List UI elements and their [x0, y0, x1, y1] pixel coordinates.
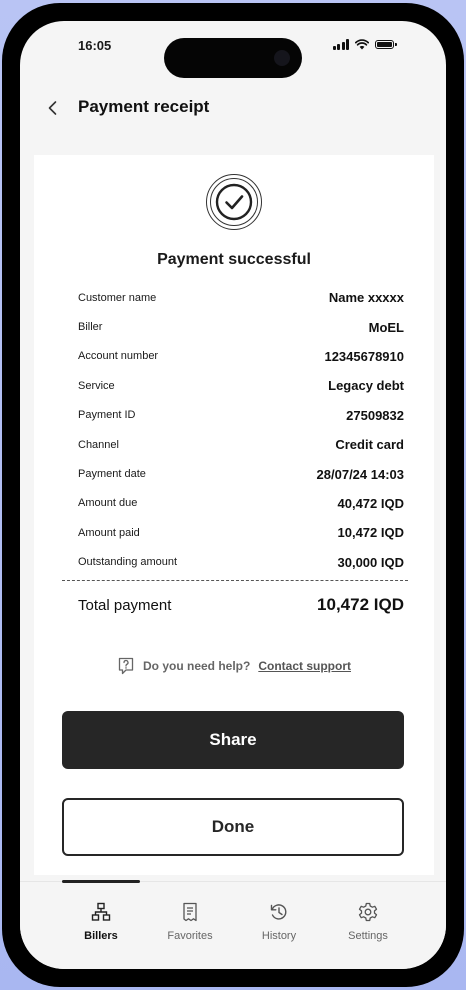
receipt-details: Customer name Name xxxxx Biller MoEL Accou…: [78, 283, 404, 577]
share-button[interactable]: Share: [62, 711, 404, 769]
tab-active-indicator: [62, 880, 140, 883]
dashed-divider: [62, 580, 408, 581]
detail-label: Payment date: [78, 468, 146, 481]
detail-label: Amount paid: [78, 526, 140, 539]
detail-row: Amount paid 10,472 IQD: [78, 518, 404, 547]
detail-row: Biller MoEL: [78, 312, 404, 341]
detail-row: Payment date 28/07/24 14:03: [78, 459, 404, 488]
detail-label: Outstanding amount: [78, 556, 178, 569]
detail-label: Amount due: [78, 497, 138, 510]
contact-support-link[interactable]: Contact support: [258, 659, 351, 673]
detail-value: 10,472 IQD: [337, 525, 405, 541]
phone-frame: 16:05 Payment receipt Payment successful…: [2, 3, 464, 987]
detail-value: Legacy debt: [328, 378, 404, 394]
detail-row: Customer name Name xxxxx: [78, 283, 404, 312]
detail-label: Biller: [78, 321, 103, 334]
detail-value: MoEL: [368, 319, 404, 335]
tab-history[interactable]: History: [239, 902, 319, 942]
detail-label: Customer name: [78, 291, 157, 304]
wifi-icon: [355, 39, 369, 50]
done-button[interactable]: Done: [62, 798, 404, 856]
screen: 16:05 Payment receipt Payment successful…: [20, 21, 446, 969]
billers-icon: [91, 902, 111, 921]
signal-icon: [332, 39, 349, 50]
detail-row: Account number 12345678910: [78, 342, 404, 371]
total-row: Total payment 10,472 IQD: [78, 595, 404, 615]
tab-label: Settings: [348, 930, 388, 942]
back-chevron-icon[interactable]: [44, 99, 62, 117]
status-icons: [332, 39, 397, 50]
settings-icon: [358, 902, 378, 922]
header: Payment receipt: [20, 81, 446, 151]
camera-icon: [274, 50, 290, 66]
detail-label: Account number: [78, 350, 159, 363]
receipt-card: Payment successful Customer name Name xxx…: [34, 155, 434, 875]
detail-value: Name xxxxx: [328, 290, 404, 306]
tab-label: Billers: [84, 930, 118, 942]
tab-billers[interactable]: Billers: [61, 902, 141, 942]
help-line: Do you need help? Contact support: [34, 657, 434, 675]
help-question: Do you need help?: [142, 659, 251, 673]
favorites-icon: [183, 902, 197, 922]
page-title: Payment receipt: [78, 97, 210, 116]
status-time: 16:05: [78, 38, 112, 53]
detail-value: 12345678910: [324, 348, 404, 364]
detail-label: Channel: [78, 438, 119, 451]
detail-label: Payment ID: [78, 409, 136, 422]
success-title: Payment successful: [157, 251, 311, 268]
help-question-icon: [118, 657, 134, 675]
detail-row: Amount due 40,472 IQD: [78, 489, 404, 518]
tab-label: Favorites: [167, 930, 213, 942]
detail-value: 27509832: [346, 407, 404, 423]
total-value: 10,472 IQD: [317, 595, 404, 614]
tab-settings[interactable]: Settings: [328, 902, 408, 942]
tab-favorites[interactable]: Favorites: [150, 902, 230, 942]
check-circle-icon: [206, 174, 262, 230]
detail-row: Payment ID 27509832: [78, 401, 404, 430]
detail-value: 28/07/24 14:03: [316, 466, 404, 482]
tab-label: History: [261, 930, 297, 942]
detail-row: Channel Credit card: [78, 430, 404, 459]
tab-bar: Billers Favorites History Settings: [20, 880, 446, 969]
history-icon: [270, 904, 287, 920]
total-label: Total payment: [78, 596, 172, 614]
detail-value: Credit card: [335, 437, 404, 453]
detail-value: 40,472 IQD: [337, 495, 405, 511]
detail-label: Service: [78, 379, 115, 392]
dynamic-island: [164, 38, 302, 78]
detail-row: Service Legacy debt: [78, 371, 404, 400]
battery-icon: [375, 40, 397, 49]
detail-row: Outstanding amount 30,000 IQD: [78, 548, 404, 577]
detail-value: 30,000 IQD: [337, 554, 405, 570]
